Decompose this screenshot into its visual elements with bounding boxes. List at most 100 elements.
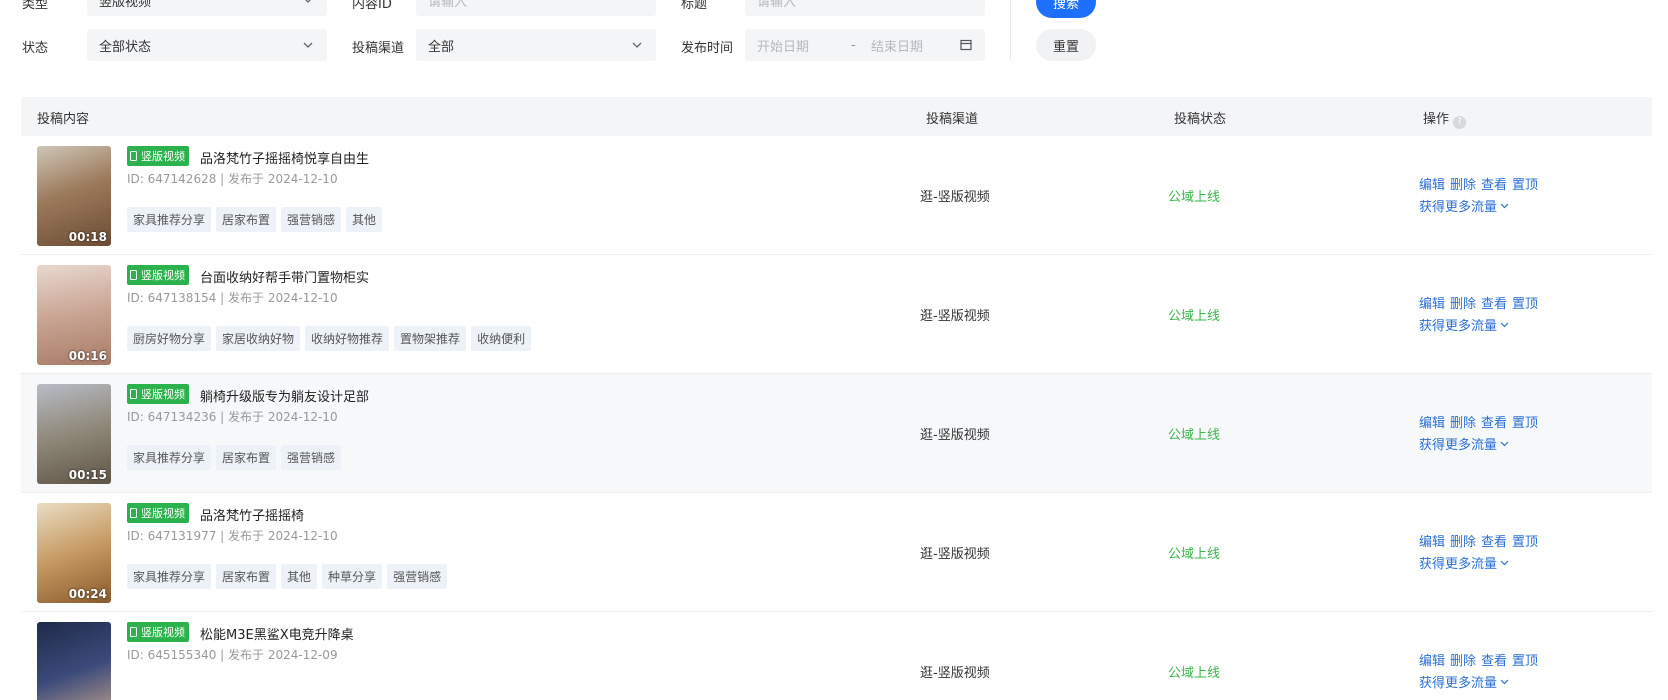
channel-value: 全部 (428, 39, 455, 55)
video-title[interactable]: 品洛梵竹子摇摇椅悦享自由生 (200, 148, 369, 167)
more-traffic-label: 获得更多流量 (1419, 438, 1498, 453)
reset-button[interactable]: 重置 (1036, 29, 1096, 61)
header-channel: 投稿渠道 (926, 112, 979, 127)
video-title[interactable]: 松能M3E黑鲨X电竞升降桌 (200, 624, 354, 643)
tag: 其他 (346, 207, 383, 232)
video-title[interactable]: 品洛梵竹子摇摇椅 (200, 505, 304, 524)
tag: 厨房好物分享 (127, 326, 212, 351)
row-channel: 逛-竖版视频 (920, 309, 990, 324)
chevron-down-icon (1500, 679, 1509, 685)
view-link[interactable]: 查看 (1481, 174, 1507, 193)
tag: 家具推荐分享 (127, 564, 212, 589)
edit-link[interactable]: 编辑 (1419, 293, 1445, 312)
title-input[interactable]: 请输入 (745, 0, 985, 16)
edit-link[interactable]: 编辑 (1419, 412, 1445, 431)
pin-link[interactable]: 置顶 (1512, 650, 1538, 669)
calendar-icon (960, 39, 972, 51)
publish-date-range[interactable]: 开始日期 - 结束日期 (745, 29, 985, 61)
type-select[interactable]: 竖版视频 (87, 0, 327, 16)
tag: 强营销感 (281, 445, 342, 470)
tag-list: 厨房好物分享 家居收纳好物 收纳好物推荐 置物架推荐 收纳便利 (127, 326, 532, 351)
table-row: 竖版视频 松能M3E黑鲨X电竞升降桌 ID: 645155340 | 发布于 2… (21, 612, 1652, 700)
search-button[interactable]: 搜索 (1036, 0, 1096, 18)
row-actions: 编辑 删除 查看 置顶 获得更多流量 (1419, 531, 1538, 572)
video-thumbnail[interactable]: 00:15 (37, 384, 111, 484)
delete-link[interactable]: 删除 (1450, 412, 1476, 431)
chevron-down-icon (632, 42, 642, 48)
view-link[interactable]: 查看 (1481, 412, 1507, 431)
more-traffic-dropdown[interactable]: 获得更多流量 (1419, 315, 1538, 334)
status-value: 全部状态 (99, 39, 152, 55)
row-status: 公域上线 (1168, 428, 1221, 443)
channel-select[interactable]: 全部 (416, 29, 656, 61)
row-channel: 逛-竖版视频 (920, 190, 990, 205)
row-actions: 编辑 删除 查看 置顶 获得更多流量 (1419, 412, 1538, 453)
video-duration: 00:18 (68, 230, 107, 244)
row-status: 公域上线 (1168, 309, 1221, 324)
edit-link[interactable]: 编辑 (1419, 531, 1445, 550)
table-row: 00:24 竖版视频 品洛梵竹子摇摇椅 ID: 647131977 | 发布于 … (21, 493, 1652, 612)
tag: 家具推荐分享 (127, 445, 212, 470)
video-meta: ID: 647142628 | 发布于 2024-12-10 (127, 172, 338, 186)
more-traffic-dropdown[interactable]: 获得更多流量 (1419, 553, 1538, 572)
chevron-down-icon (1500, 203, 1509, 209)
edit-link[interactable]: 编辑 (1419, 650, 1445, 669)
help-icon[interactable]: ? (1453, 116, 1467, 129)
vertical-video-badge-label: 竖版视频 (141, 150, 185, 163)
more-traffic-dropdown[interactable]: 获得更多流量 (1419, 434, 1538, 453)
type-label: 类型 (22, 0, 49, 12)
tag-list: 家具推荐分享 居家布置 强营销感 (127, 445, 342, 470)
start-date-placeholder: 开始日期 (757, 39, 810, 55)
publish-time-label: 发布时间 (681, 41, 734, 56)
pin-link[interactable]: 置顶 (1512, 531, 1538, 550)
edit-link[interactable]: 编辑 (1419, 174, 1445, 193)
pin-link[interactable]: 置顶 (1512, 412, 1538, 431)
view-link[interactable]: 查看 (1481, 650, 1507, 669)
row-channel: 逛-竖版视频 (920, 547, 990, 562)
vertical-video-badge-label: 竖版视频 (141, 269, 185, 282)
header-ops-label: 操作 (1423, 112, 1450, 127)
table-row: 00:15 竖版视频 躺椅升级版专为躺友设计足部 ID: 647134236 |… (21, 374, 1652, 493)
phone-icon (130, 508, 137, 518)
view-link[interactable]: 查看 (1481, 293, 1507, 312)
video-thumbnail[interactable]: 00:18 (37, 146, 111, 246)
tag: 置物架推荐 (394, 326, 467, 351)
status-select[interactable]: 全部状态 (87, 29, 327, 61)
type-value: 竖版视频 (99, 0, 152, 10)
delete-link[interactable]: 删除 (1450, 293, 1476, 312)
pin-link[interactable]: 置顶 (1512, 174, 1538, 193)
vertical-video-badge-label: 竖版视频 (141, 507, 185, 520)
tag: 居家布置 (216, 207, 277, 232)
chevron-down-icon (303, 42, 313, 48)
video-meta: ID: 647131977 | 发布于 2024-12-10 (127, 529, 338, 543)
more-traffic-dropdown[interactable]: 获得更多流量 (1419, 672, 1538, 691)
end-date-placeholder: 结束日期 (871, 39, 924, 55)
tag-list: 家具推荐分享 居家布置 强营销感 其他 (127, 207, 383, 232)
delete-link[interactable]: 删除 (1450, 174, 1476, 193)
vertical-video-badge: 竖版视频 (127, 146, 189, 166)
header-status: 投稿状态 (1174, 112, 1227, 127)
delete-link[interactable]: 删除 (1450, 650, 1476, 669)
more-traffic-dropdown[interactable]: 获得更多流量 (1419, 196, 1538, 215)
row-channel: 逛-竖版视频 (920, 428, 990, 443)
tag: 收纳好物推荐 (305, 326, 390, 351)
video-title[interactable]: 躺椅升级版专为躺友设计足部 (200, 386, 369, 405)
table-header: 投稿内容 投稿渠道 投稿状态 操作? (21, 97, 1652, 136)
content-id-label: 内容ID (352, 0, 392, 12)
video-thumbnail[interactable]: 00:24 (37, 503, 111, 603)
more-traffic-label: 获得更多流量 (1419, 200, 1498, 215)
tag-list: 家具推荐分享 居家布置 其他 种草分享 强营销感 (127, 564, 448, 589)
delete-link[interactable]: 删除 (1450, 531, 1476, 550)
pin-link[interactable]: 置顶 (1512, 293, 1538, 312)
chevron-down-icon (1500, 322, 1509, 328)
vertical-video-badge: 竖版视频 (127, 265, 189, 285)
video-thumbnail[interactable] (37, 622, 111, 700)
view-link[interactable]: 查看 (1481, 531, 1507, 550)
tag: 家居收纳好物 (216, 326, 301, 351)
content-id-input[interactable]: 请输入 (416, 0, 656, 16)
tag: 居家布置 (216, 564, 277, 589)
video-title[interactable]: 台面收纳好帮手带门置物柜实 (200, 267, 369, 286)
tag: 家具推荐分享 (127, 207, 212, 232)
video-thumbnail[interactable]: 00:16 (37, 265, 111, 365)
row-status: 公域上线 (1168, 547, 1221, 562)
